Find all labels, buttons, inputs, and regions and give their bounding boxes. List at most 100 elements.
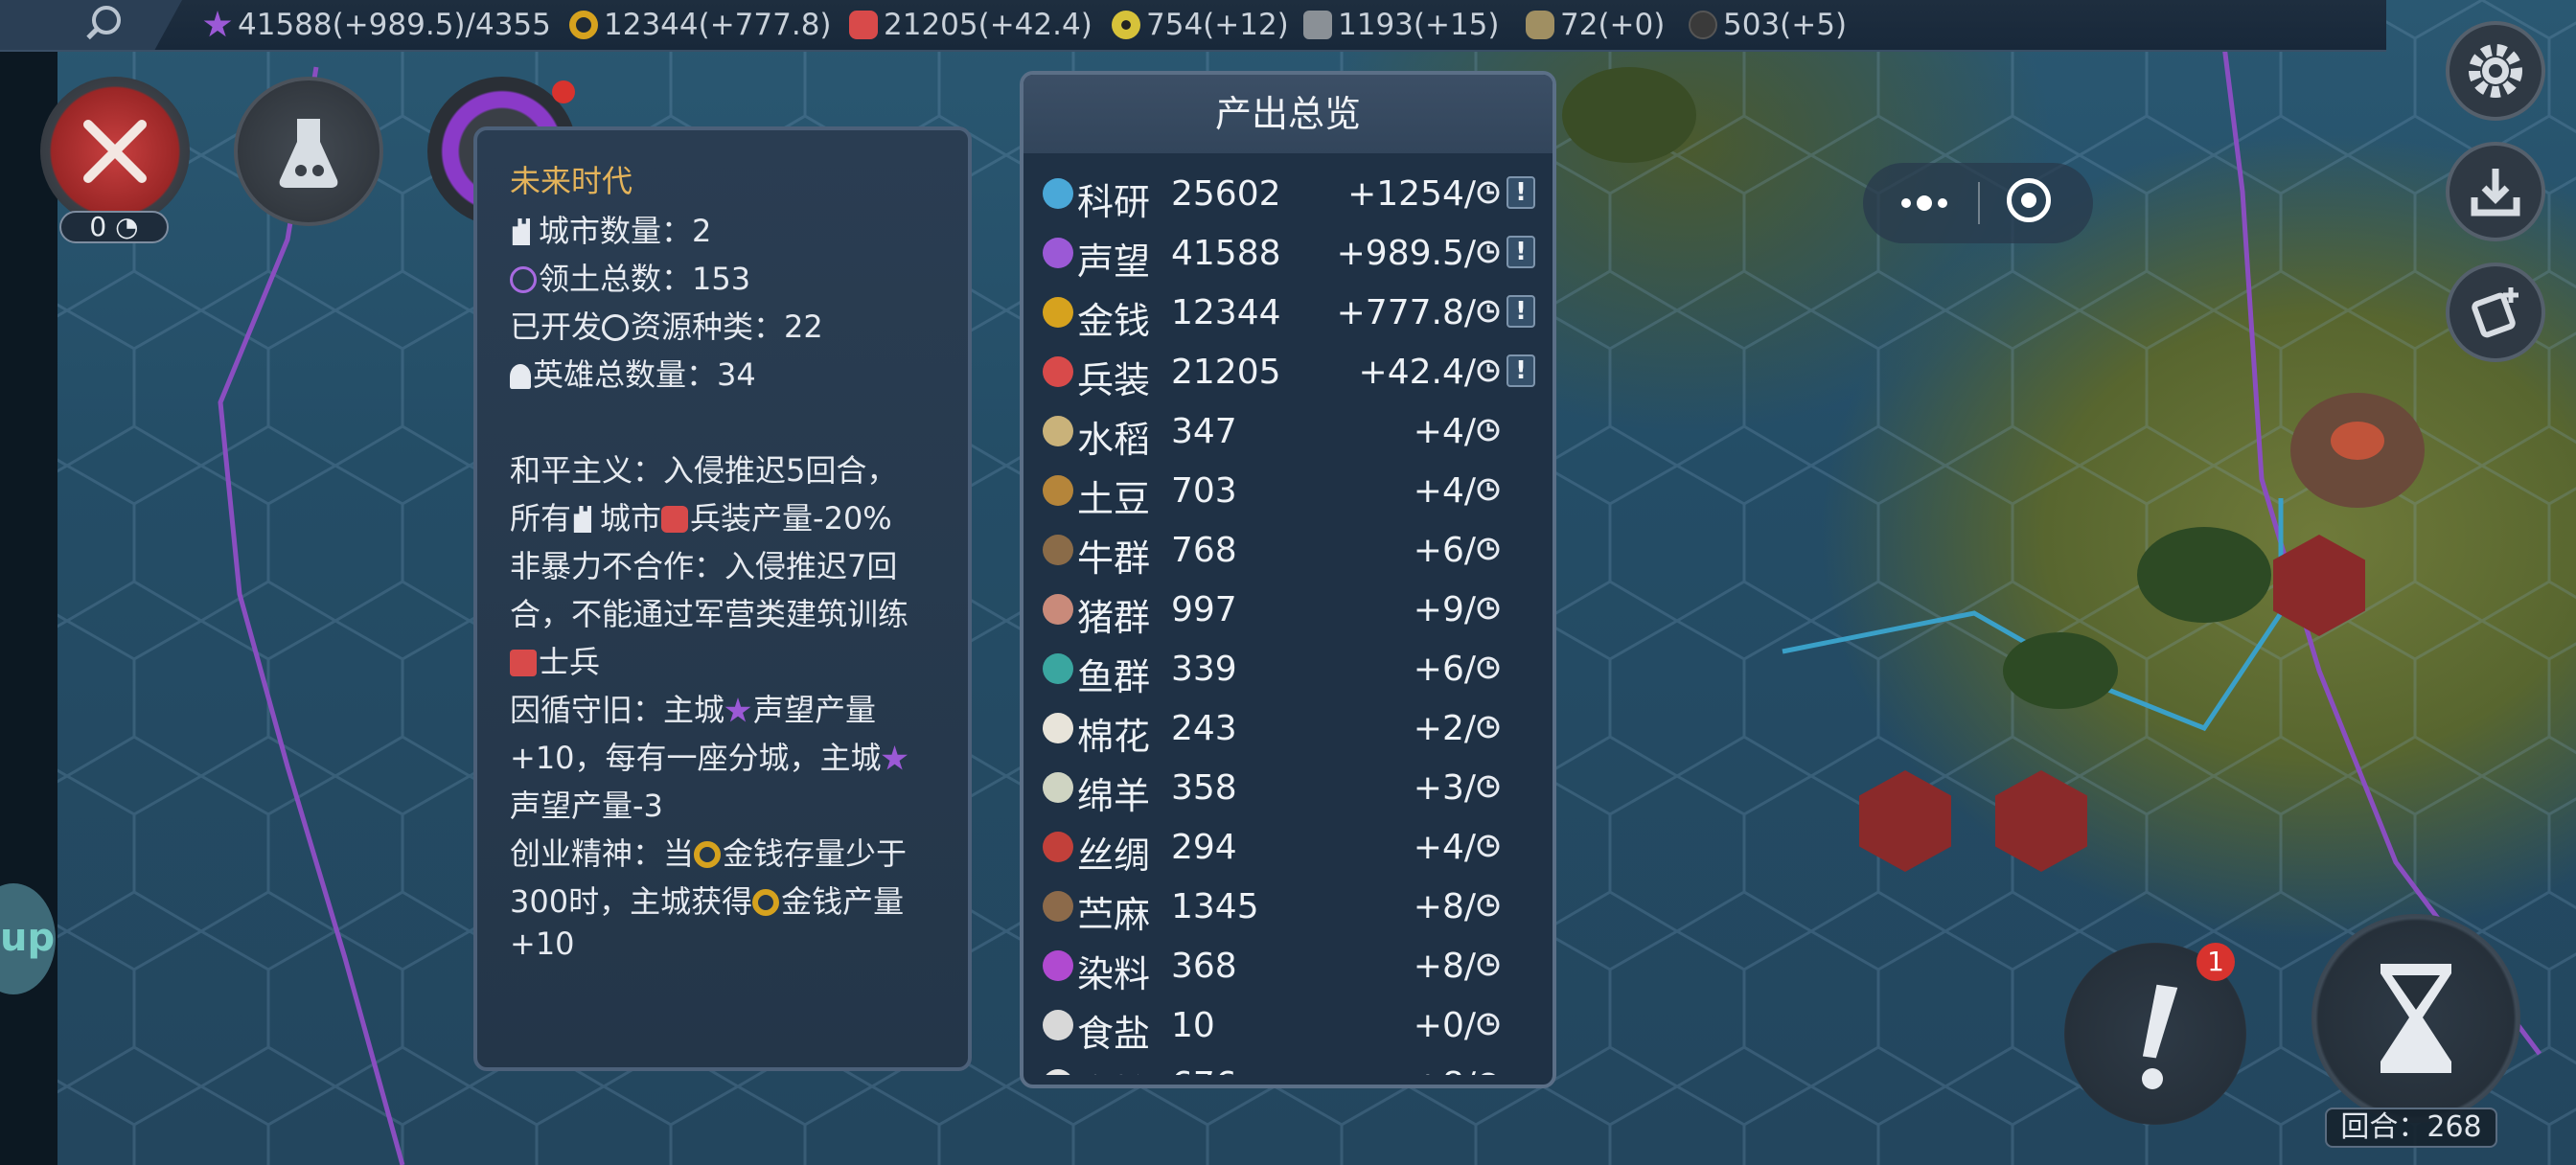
resource-name: 鱼群 — [1077, 656, 1151, 698]
production-row[interactable]: 兵装 21205 +42.4/! — [1037, 341, 1535, 401]
resource-detail-button[interactable]: ! — [1506, 176, 1535, 209]
resource-types-text: 资源种类：22 — [631, 308, 823, 345]
policy-noncoop-line1: 非暴力不合作：入侵推迟7回 — [510, 548, 898, 584]
production-list[interactable]: 科研 25602 +1254/! 声望 41588 +989.5/! 金钱 12344 +777… — [1037, 163, 1535, 1075]
research-button[interactable] — [234, 77, 383, 226]
per-turn-icon — [1476, 952, 1501, 977]
resource-stock: 10 — [1171, 1006, 1215, 1045]
per-turn-icon — [1476, 180, 1501, 205]
prestige-star-icon — [882, 745, 908, 770]
policy-noncoop-line2: 合，不能通过军营类建筑训练 — [510, 596, 909, 632]
resource-detail-button[interactable]: ! — [1506, 295, 1535, 328]
resource-detail-button[interactable]: ! — [1506, 236, 1535, 268]
resource-icon — [1043, 653, 1073, 684]
resource-uranium[interactable]: 754(+12) — [1112, 8, 1289, 42]
production-row[interactable]: 食糖 676 +8/ — [1037, 1054, 1535, 1075]
production-row[interactable]: 丝绸 294 +4/ — [1037, 816, 1535, 877]
resource-rate: +42.4/ — [1358, 353, 1476, 392]
resource-icon — [1043, 297, 1073, 328]
resource-detail-button[interactable]: ! — [1506, 354, 1535, 387]
production-row[interactable]: 金钱 12344 +777.8/! — [1037, 282, 1535, 342]
resource-rate: +6/ — [1413, 531, 1476, 570]
left-edge-tab-label: up — [0, 916, 56, 960]
per-turn-icon — [1476, 1071, 1501, 1075]
production-overview-panel[interactable]: 产出总览 科研 25602 +1254/! 声望 41588 +989.5/! 金钱 1234… — [1020, 71, 1556, 1088]
flask-icon — [279, 119, 338, 188]
production-row[interactable]: 科研 25602 +1254/! — [1037, 163, 1535, 223]
prestige-star-icon — [203, 11, 232, 37]
production-row[interactable]: 棉花 243 +2/ — [1037, 697, 1535, 758]
resource-name: 猪群 — [1077, 597, 1151, 639]
resource-name: 土豆 — [1077, 478, 1151, 520]
hero-count-line: 英雄总数量：34 — [510, 351, 756, 395]
search-icon — [92, 6, 121, 34]
resource-gold[interactable]: 12344(+777.8) — [569, 8, 832, 42]
resource-rate: +0/ — [1413, 1006, 1476, 1045]
add-to-desktop-button[interactable] — [2446, 263, 2545, 362]
resource-prestige[interactable]: 41588(+989.5)/4355 — [203, 8, 551, 42]
policy-pacifism-part-c: 兵装产量-20% — [690, 500, 892, 537]
end-turn-button[interactable] — [2312, 914, 2520, 1123]
gold-coin-icon — [694, 841, 722, 868]
era-info-panel: 未来时代 城市数量：2 领土总数：153 已开发 资源种类：22 英雄总数量：34… — [473, 126, 972, 1071]
resource-rate: +4/ — [1413, 828, 1476, 867]
resource-stock: 358 — [1171, 768, 1237, 808]
resource-equipment-text: 21205(+42.4) — [884, 8, 1092, 42]
resource-name: 苎麻 — [1077, 894, 1151, 936]
policy-entrepreneur-part-d: 金钱产量 — [781, 883, 905, 920]
resource-name: 染料 — [1077, 953, 1151, 995]
resource-icon — [1043, 356, 1073, 387]
resource-icon — [1043, 238, 1073, 268]
production-row[interactable]: 鱼群 339 +6/ — [1037, 638, 1535, 698]
miniprogram-capsule — [1863, 163, 2093, 243]
territory-line: 领土总数：153 — [510, 255, 750, 299]
per-turn-icon — [1476, 1012, 1501, 1037]
production-row[interactable]: 土豆 703 +4/ — [1037, 460, 1535, 520]
production-row[interactable]: 声望 41588 +989.5/! — [1037, 222, 1535, 283]
more-options-icon[interactable] — [1892, 188, 1959, 218]
resource-stock: 21205 — [1171, 353, 1281, 392]
castle-icon — [573, 506, 592, 533]
resource-steel[interactable]: 1193(+15) — [1303, 8, 1500, 42]
resource-stock: 41588 — [1171, 234, 1281, 273]
production-row[interactable]: 苎麻 1345 +8/ — [1037, 876, 1535, 936]
policy-noncoop-part: 士兵 — [539, 644, 601, 680]
policy-noncoop-line3: 士兵 — [510, 638, 600, 682]
per-turn-icon — [1476, 418, 1501, 443]
resource-equipment[interactable]: 21205(+42.4) — [849, 8, 1092, 42]
resource-name: 食盐 — [1077, 1013, 1151, 1055]
resource-rate: +3/ — [1413, 768, 1476, 808]
settings-button[interactable] — [2446, 21, 2545, 121]
production-row[interactable]: 染料 368 +8/ — [1037, 935, 1535, 995]
resource-stock: 25602 — [1171, 174, 1281, 214]
resource-types-prefix: 已开发 — [510, 308, 603, 345]
oil-drum-icon — [1526, 11, 1554, 39]
resource-rate: +777.8/ — [1336, 293, 1476, 332]
production-row[interactable]: 绵羊 358 +3/ — [1037, 757, 1535, 817]
resource-icon — [1043, 178, 1073, 209]
per-turn-icon — [1476, 893, 1501, 918]
save-button[interactable] — [2446, 142, 2545, 241]
production-row[interactable]: 食盐 10 +0/ — [1037, 994, 1535, 1055]
resource-rate: +2/ — [1413, 709, 1476, 748]
close-target-icon[interactable] — [2007, 178, 2051, 222]
resource-icon — [1043, 891, 1073, 922]
policy-tradition-line3: 声望产量-3 — [510, 788, 663, 824]
production-row[interactable]: 猪群 997 +9/ — [1037, 579, 1535, 639]
war-turn-counter: 0 ◔ — [59, 211, 169, 243]
hourglass-icon — [2380, 964, 2451, 1073]
territory-text: 领土总数：153 — [539, 261, 751, 297]
war-button[interactable] — [40, 77, 190, 226]
search-button[interactable] — [0, 0, 182, 50]
resource-coal-text: 503(+5) — [1723, 8, 1848, 42]
resource-types-line: 已开发 资源种类：22 — [510, 303, 823, 347]
castle-icon — [512, 218, 530, 245]
resource-coal[interactable]: 503(+5) — [1689, 8, 1847, 42]
production-row[interactable]: 水稻 347 +4/ — [1037, 400, 1535, 461]
resource-rate: +9/ — [1413, 590, 1476, 629]
production-row[interactable]: 牛群 768 +6/ — [1037, 519, 1535, 580]
policy-pacifism-part-a: 所有 — [510, 500, 572, 537]
per-turn-icon — [1476, 299, 1501, 324]
alerts-button[interactable]: 1 — [2064, 943, 2246, 1125]
resource-oil[interactable]: 72(+0) — [1526, 8, 1665, 42]
